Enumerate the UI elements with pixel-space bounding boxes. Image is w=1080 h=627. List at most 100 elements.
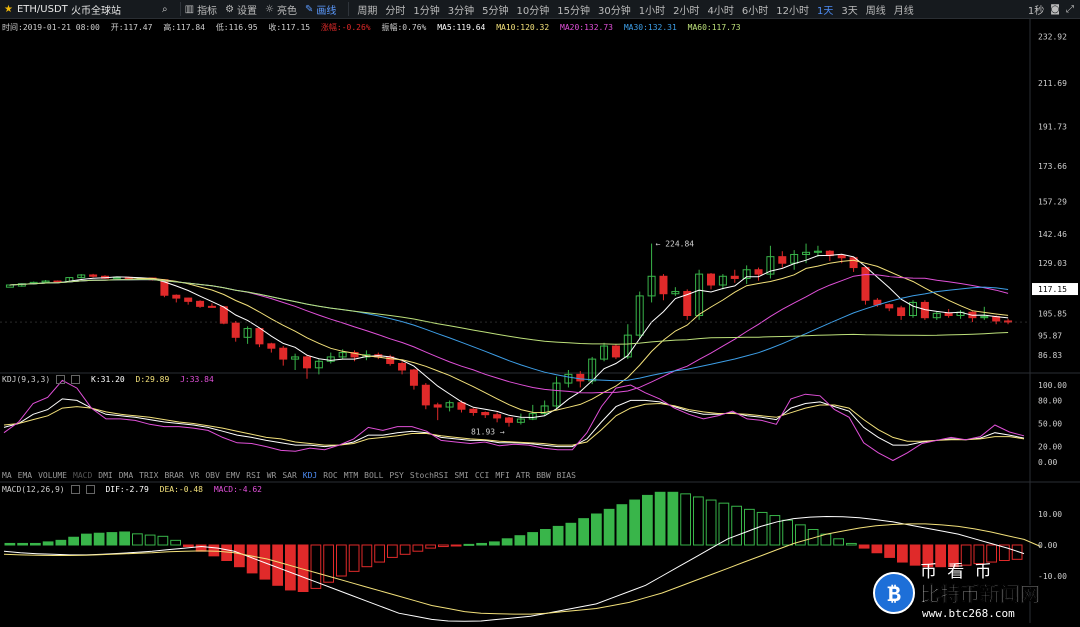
candle: [184, 297, 193, 305]
candle-body: [505, 417, 513, 423]
kdj-tick: 20.00: [1038, 443, 1062, 452]
candle-body: [469, 408, 478, 414]
macd-bar: [387, 544, 398, 558]
candle-body: [576, 373, 585, 382]
candle: [956, 310, 965, 319]
candle: [89, 273, 98, 278]
indicator-tab-volume[interactable]: VOLUME: [38, 471, 67, 483]
candle-body: [707, 273, 715, 286]
macd-bar: [578, 518, 589, 546]
macd-bar: [170, 539, 181, 546]
macd-bar: [208, 544, 220, 557]
macd-bar: [642, 494, 653, 546]
indicator-tab-stochrsi[interactable]: StochRSI: [410, 471, 449, 483]
candle-body: [944, 312, 953, 317]
indicator-tab-trix[interactable]: TRIX: [139, 471, 158, 483]
candle: [718, 274, 727, 290]
macd-bar: [463, 543, 475, 546]
indicator-tab-emv[interactable]: EMV: [226, 471, 240, 483]
macd-bar: [285, 544, 296, 591]
candle: [932, 311, 941, 320]
candle: [314, 359, 323, 375]
candle-body: [493, 414, 502, 419]
indicator-tab-cci[interactable]: CCI: [475, 471, 489, 483]
indicator-tab-smi[interactable]: SMI: [454, 471, 468, 483]
price-tick: 173.66: [1038, 162, 1067, 171]
macd-dea: DEA:-0.48: [159, 485, 203, 494]
price-tick: 191.73: [1038, 122, 1067, 131]
settings-box-icon[interactable]: [56, 375, 66, 384]
indicator-tab-dmi[interactable]: DMI: [98, 471, 112, 483]
macd-bar: [514, 535, 526, 546]
indicator-tab-macd[interactable]: MACD: [73, 471, 92, 483]
indicator-tab-sar[interactable]: SAR: [282, 471, 296, 483]
indicator-tab-wr[interactable]: WR: [267, 471, 277, 483]
candle: [540, 400, 549, 416]
macd-bar: [68, 536, 79, 546]
macd-bar: [603, 508, 615, 546]
watermark-url: www.btc268.com: [922, 607, 1015, 620]
macd-bar: [527, 532, 538, 546]
kdj-d: D:29.89: [135, 375, 170, 384]
indicator-tab-rsi[interactable]: RSI: [246, 471, 260, 483]
candle-body: [837, 255, 846, 259]
indicator-tab-kdj[interactable]: KDJ: [303, 471, 317, 483]
candle-body: [172, 294, 181, 299]
candle-body: [457, 402, 466, 410]
indicator-tab-bbw[interactable]: BBW: [536, 471, 550, 483]
indicator-tab-ma[interactable]: MA: [2, 471, 12, 483]
macd-bar: [897, 544, 908, 563]
indicator-tab-ema[interactable]: EMA: [18, 471, 32, 483]
candle-body: [231, 322, 240, 338]
macd-bar: [259, 544, 271, 580]
candle: [303, 354, 311, 379]
indicator-tab-roc[interactable]: ROC: [323, 471, 337, 483]
close-box-icon[interactable]: [85, 485, 95, 494]
macd-tick: 10.00: [1038, 510, 1062, 519]
indicator-tab-bias[interactable]: BIAS: [557, 471, 576, 483]
indicator-tab-brar[interactable]: BRAR: [164, 471, 183, 483]
candle: [659, 274, 668, 301]
ma60-line: [9, 279, 1009, 345]
price-tick: 211.69: [1038, 79, 1067, 88]
macd-value: MACD:-4.62: [213, 485, 262, 494]
price-tick: 105.85: [1038, 310, 1067, 319]
macd-bar: [552, 525, 564, 546]
macd-bar: [756, 511, 768, 546]
indicator-tab-mfi[interactable]: MFI: [495, 471, 509, 483]
macd-bar: [234, 544, 245, 568]
high-mark: ← 224.84: [656, 240, 695, 249]
indicator-tabs: MA EMA VOLUME MACD DMI DMA TRIX BRAR VR OBV EMV RSI…: [2, 471, 582, 483]
indicator-tab-boll[interactable]: BOLL: [364, 471, 383, 483]
price-chart[interactable]: 232.92 211.69 191.73 173.66 157.29 142.46 129.…: [0, 0, 1080, 623]
settings-box-icon[interactable]: [70, 485, 80, 494]
indicator-tab-obv[interactable]: OBV: [205, 471, 219, 483]
candle: [77, 274, 86, 279]
low-mark: 81.93 →: [471, 428, 505, 437]
macd-bar: [336, 544, 347, 577]
indicator-tab-psy[interactable]: PSY: [389, 471, 403, 483]
candle: [291, 353, 300, 370]
candle-body: [861, 267, 870, 301]
ma30-line: [9, 279, 1009, 382]
candle-body: [885, 304, 894, 309]
candle: [600, 342, 609, 362]
candle: [897, 305, 906, 320]
indicator-tab-vr[interactable]: VR: [190, 471, 200, 483]
macd-bar: [425, 544, 436, 549]
candle-body: [196, 300, 205, 307]
candle: [790, 250, 799, 270]
macd-bar: [157, 535, 169, 546]
ma-lines: [9, 253, 1009, 419]
macd-bar: [884, 544, 895, 558]
indicator-tab-atr[interactable]: ATR: [516, 471, 530, 483]
macd-bar: [705, 499, 717, 546]
indicator-tab-mtm[interactable]: MTM: [344, 471, 358, 483]
macd-bar: [769, 515, 781, 546]
close-box-icon[interactable]: [71, 375, 81, 384]
macd-title: MACD(12,26,9): [2, 485, 65, 494]
indicator-tab-dma[interactable]: DMA: [119, 471, 133, 483]
candle: [766, 245, 775, 279]
candle: [433, 402, 442, 421]
candle-body: [207, 305, 216, 308]
